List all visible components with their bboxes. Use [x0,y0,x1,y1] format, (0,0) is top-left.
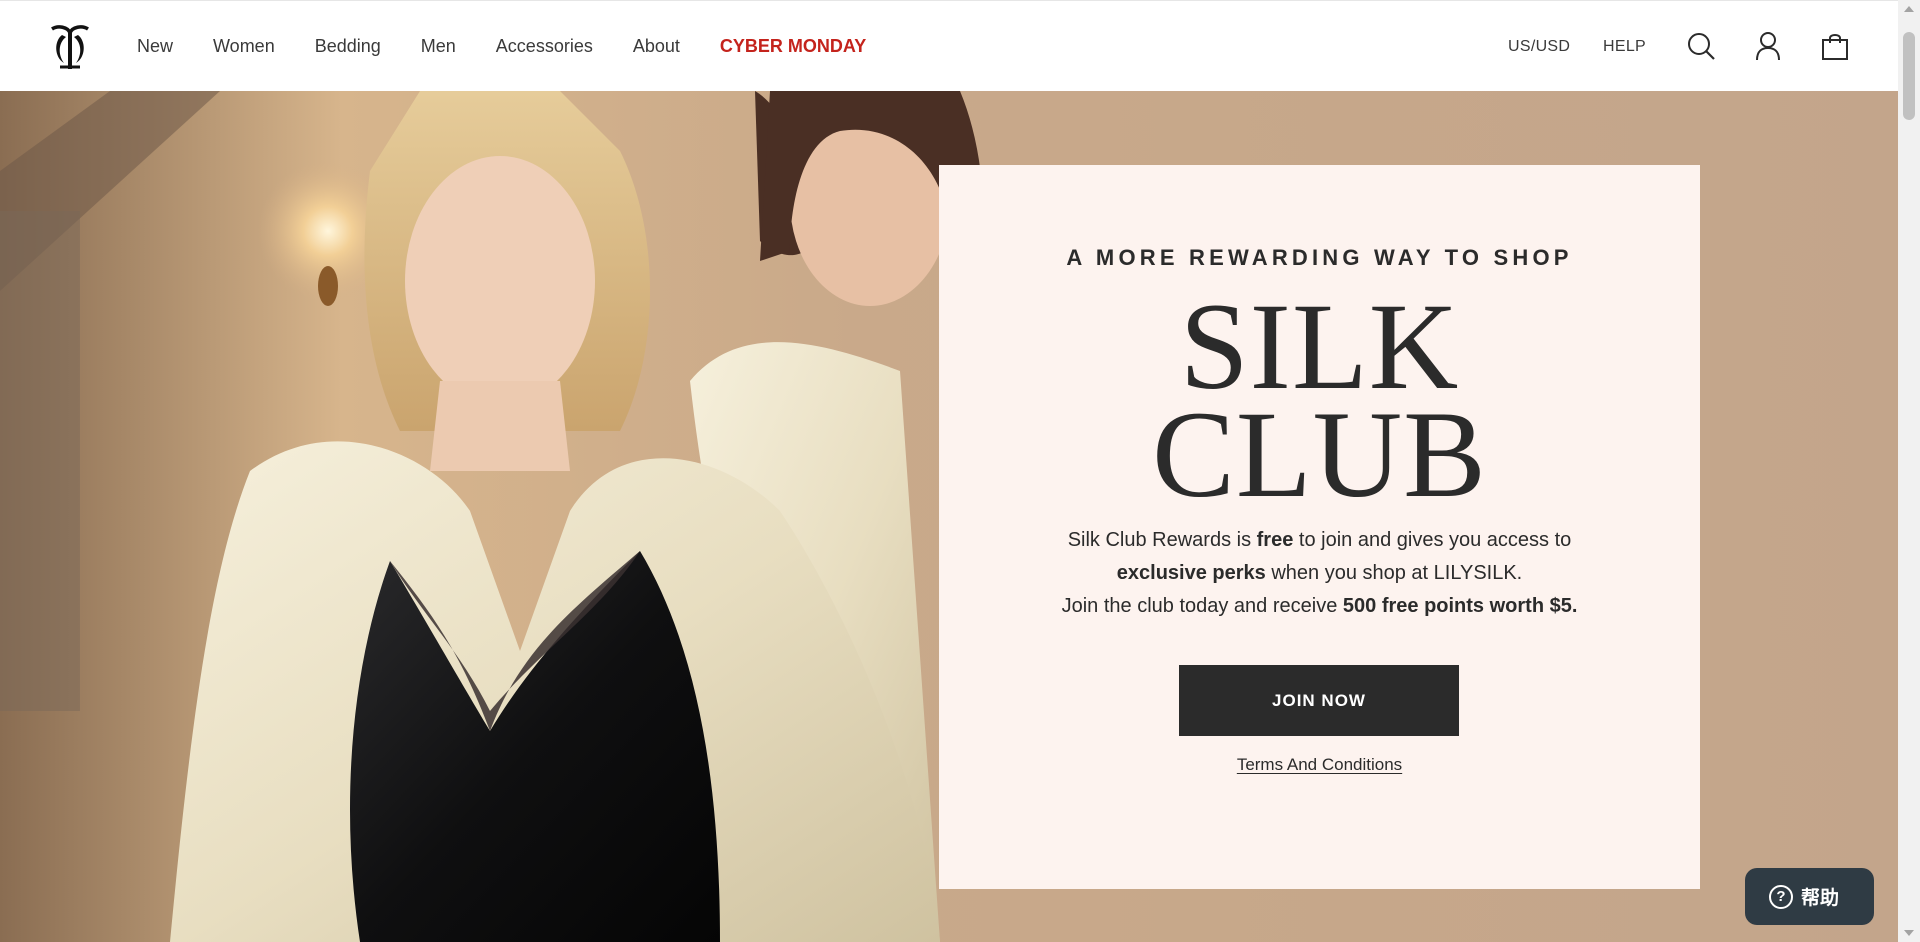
header-utilities: US/USD HELP [1508,1,1898,92]
copy-text: when you shop at LILYSILK. [1265,562,1523,584]
silk-club-title: SILK CLUB [939,278,1700,523]
nav-women[interactable]: Women [213,1,275,92]
nav-bedding[interactable]: Bedding [315,1,381,92]
copy-text: Silk Club Rewards is [1067,529,1257,551]
copy-emphasis: 500 free points worth $5. [1342,595,1578,617]
logo-link[interactable] [48,23,90,71]
title-line-2: CLUB [1152,386,1487,523]
scroll-up-arrow-icon[interactable] [1904,6,1914,12]
account-button[interactable] [1753,31,1783,61]
site-header: New Women Bedding Men Accessories About … [0,0,1898,91]
eyebrow-text: A MORE REWARDING WAY TO SHOP [1066,245,1573,270]
nav-about[interactable]: About [633,1,680,92]
nav-men[interactable]: Men [421,1,456,92]
copy-text: Join the club today and receive [1061,595,1343,617]
copy-emphasis: free [1256,529,1294,551]
search-icon [1688,33,1715,60]
cart-button[interactable] [1820,31,1850,61]
nav-cyber-monday[interactable]: CYBER MONDAY [720,1,866,92]
page-scrollbar[interactable] [1898,0,1920,942]
title-line-1: SILK [1179,278,1460,415]
nav-accessories[interactable]: Accessories [496,1,593,92]
scroll-thumb[interactable] [1903,32,1915,120]
silk-club-hero: A MORE REWARDING WAY TO SHOP SILK CLUB S… [0,91,1898,942]
help-widget-button[interactable]: ? 帮助 [1745,868,1874,925]
terms-link[interactable]: Terms And Conditions [939,755,1700,775]
region-selector[interactable]: US/USD [1508,38,1570,56]
search-button[interactable] [1686,31,1716,61]
copy-text: to join and gives you access to [1293,529,1572,551]
help-widget-label: 帮助 [1801,887,1840,909]
help-link[interactable]: HELP [1603,38,1646,56]
join-now-button[interactable]: JOIN NOW [1179,665,1459,736]
copy-emphasis: exclusive perks [1116,562,1266,584]
main-nav: New Women Bedding Men Accessories About … [137,1,906,92]
account-icon [1756,32,1780,61]
shopping-bag-icon [1822,34,1848,60]
question-circle-icon: ? [1769,884,1793,909]
silk-club-description: Silk Club Rewards is free to join and gi… [999,524,1640,623]
scroll-down-arrow-icon[interactable] [1904,930,1914,936]
silk-club-card: A MORE REWARDING WAY TO SHOP SILK CLUB S… [939,165,1700,889]
nav-new[interactable]: New [137,1,173,92]
lilysilk-monogram-icon [51,25,89,69]
